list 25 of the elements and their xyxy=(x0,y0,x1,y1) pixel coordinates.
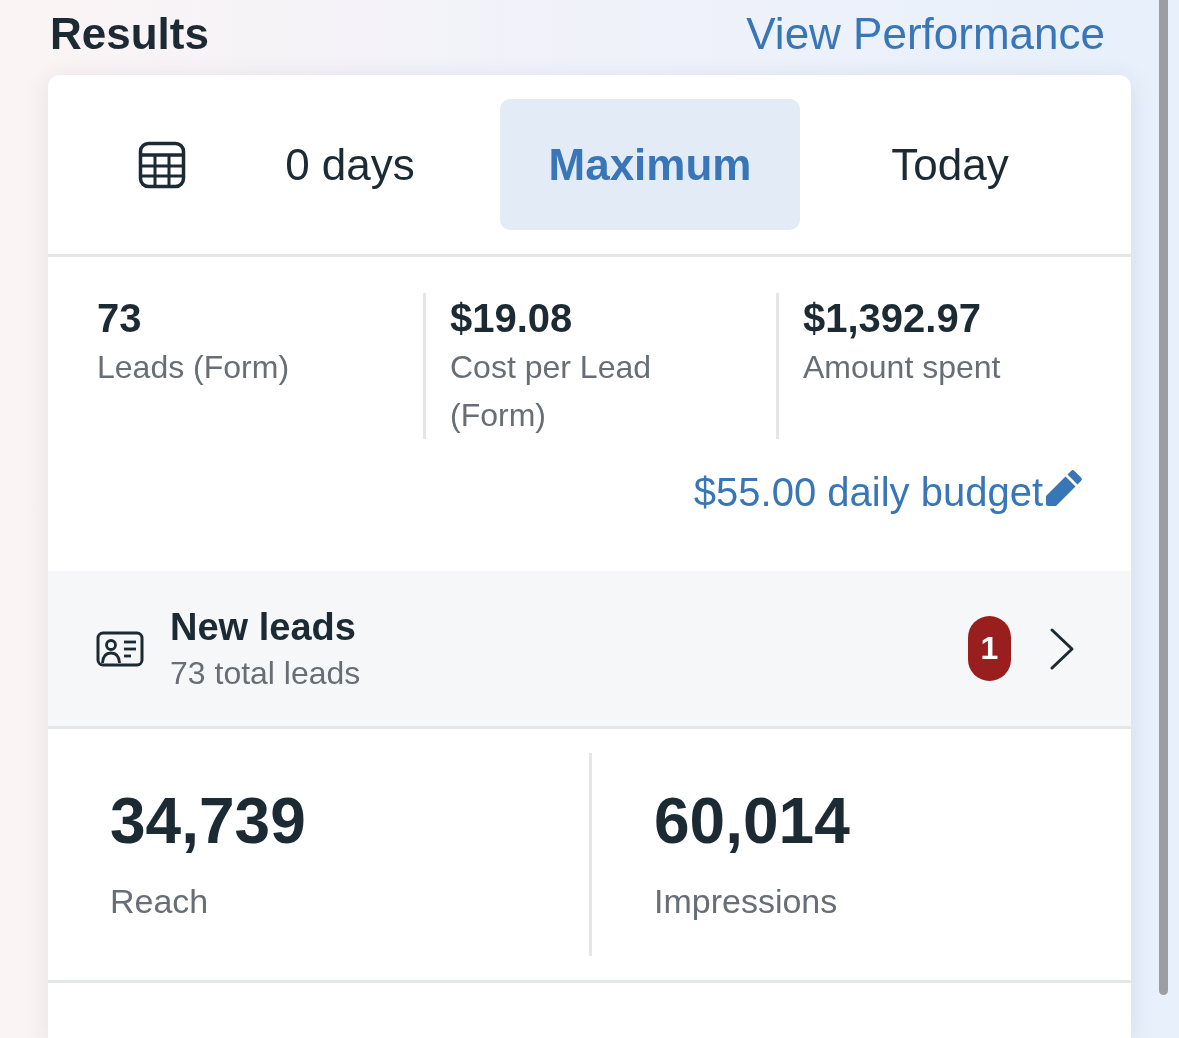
stat-value: 34,739 xyxy=(110,785,307,857)
date-range-tab[interactable]: 0 days xyxy=(200,99,500,230)
metric-label: Cost per Lead (Form) xyxy=(450,348,652,435)
view-performance-link[interactable]: View Performance xyxy=(746,8,1105,60)
section-title: Results xyxy=(50,8,209,60)
metric-value: $1,392.97 xyxy=(803,295,982,342)
pencil-icon xyxy=(1045,469,1083,507)
stat-value: 60,014 xyxy=(654,785,851,857)
new-leads-row[interactable]: New leads 73 total leads 1 xyxy=(48,571,1131,729)
metric-value: $19.08 xyxy=(450,295,574,342)
daily-budget-link[interactable]: $55.00 daily budget xyxy=(693,467,1083,517)
stat-label: Impressions xyxy=(654,881,839,922)
notification-badge: 1 xyxy=(968,616,1011,681)
leads-title: New leads xyxy=(170,604,357,650)
metric-label: Leads (Form) xyxy=(97,348,291,387)
calendar-icon[interactable] xyxy=(138,140,186,189)
date-range-tab[interactable]: Today xyxy=(800,99,1100,230)
stat-label: Reach xyxy=(110,881,210,922)
metric-label: Amount spent xyxy=(803,348,1002,387)
metric-value: 73 xyxy=(97,295,143,342)
scrollbar-thumb[interactable] xyxy=(1159,0,1168,995)
id-card-icon xyxy=(96,630,144,667)
date-range-tab[interactable]: Maximum xyxy=(500,99,800,230)
leads-count: 73 total leads xyxy=(170,653,362,693)
chevron-right-icon xyxy=(1049,626,1075,671)
